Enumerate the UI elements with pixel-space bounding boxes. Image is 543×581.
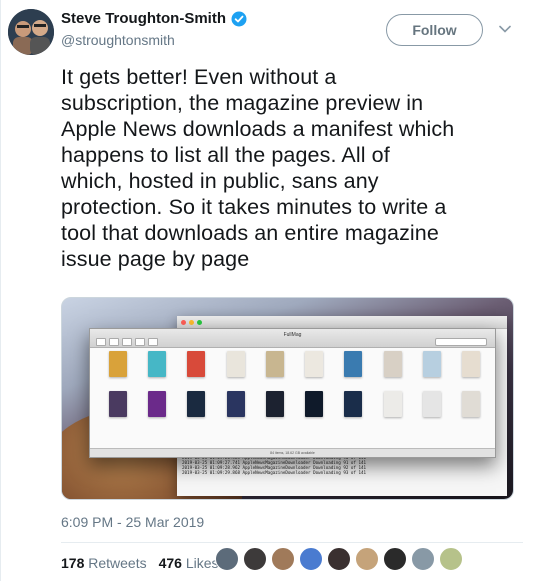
avatar-photo: [8, 9, 54, 55]
chevron-down-icon[interactable]: [498, 22, 512, 36]
finder-file-thumbnail: [259, 351, 290, 387]
liker-avatar[interactable]: [411, 547, 435, 571]
finder-file-thumbnail: [338, 351, 369, 387]
follow-button[interactable]: Follow: [386, 14, 483, 46]
finder-file-thumbnail: [141, 391, 172, 427]
liker-avatars: [215, 547, 463, 571]
finder-file-thumbnail: [141, 351, 172, 387]
finder-file-thumbnail: [220, 351, 251, 387]
finder-file-thumbnail: [181, 391, 212, 427]
finder-file-thumbnail: [102, 391, 133, 427]
finder-file-thumbnail: [220, 391, 251, 427]
likes-stat[interactable]: 476 Likes: [159, 555, 219, 571]
finder-window: FullMag Macintosh HD › Users › Desktop ›…: [89, 328, 496, 458]
author-name-row[interactable]: Steve Troughton-Smith: [61, 10, 247, 27]
finder-file-thumbnail: [377, 351, 408, 387]
liker-avatar[interactable]: [355, 547, 379, 571]
finder-file-thumbnail: [456, 351, 487, 387]
finder-file-thumbnail: [181, 351, 212, 387]
finder-file-thumbnail: [416, 391, 447, 427]
finder-file-thumbnail: [102, 351, 133, 387]
finder-toolbar: FullMag: [90, 329, 495, 348]
stats-divider: [61, 542, 523, 543]
finder-file-grid: [102, 351, 487, 427]
tweet-stats: 178 Retweets 476 Likes: [61, 555, 219, 571]
tweet-text: It gets better! Even without a subscript…: [61, 65, 455, 271]
finder-file-thumbnail: [298, 351, 329, 387]
finder-status-bar: 84 items, 18.62 GB available: [90, 448, 495, 457]
author-handle[interactable]: @stroughtonsmith: [61, 32, 175, 48]
finder-file-thumbnail: [377, 391, 408, 427]
retweets-stat[interactable]: 178 Retweets: [61, 555, 147, 571]
tweet-timestamp[interactable]: 6:09 PM - 25 Mar 2019: [61, 514, 204, 530]
finder-file-thumbnail: [298, 391, 329, 427]
liker-avatar[interactable]: [243, 547, 267, 571]
liker-avatar[interactable]: [215, 547, 239, 571]
finder-file-thumbnail: [456, 391, 487, 427]
liker-avatar[interactable]: [327, 547, 351, 571]
liker-avatar[interactable]: [439, 547, 463, 571]
author-avatar[interactable]: [8, 9, 54, 55]
verified-icon: [231, 11, 247, 26]
finder-file-thumbnail: [338, 391, 369, 427]
author-name[interactable]: Steve Troughton-Smith: [61, 10, 226, 27]
tweet-media-image[interactable]: 2019-03-25 01:09:22.688 AppleNewsMagazin…: [61, 297, 514, 500]
liker-avatar[interactable]: [271, 547, 295, 571]
liker-avatar[interactable]: [383, 547, 407, 571]
finder-search-field: [435, 338, 487, 346]
liker-avatar[interactable]: [299, 547, 323, 571]
finder-file-thumbnail: [259, 391, 290, 427]
tweet-card: Steve Troughton-Smith @stroughtonsmith F…: [0, 0, 543, 581]
finder-file-thumbnail: [416, 351, 447, 387]
